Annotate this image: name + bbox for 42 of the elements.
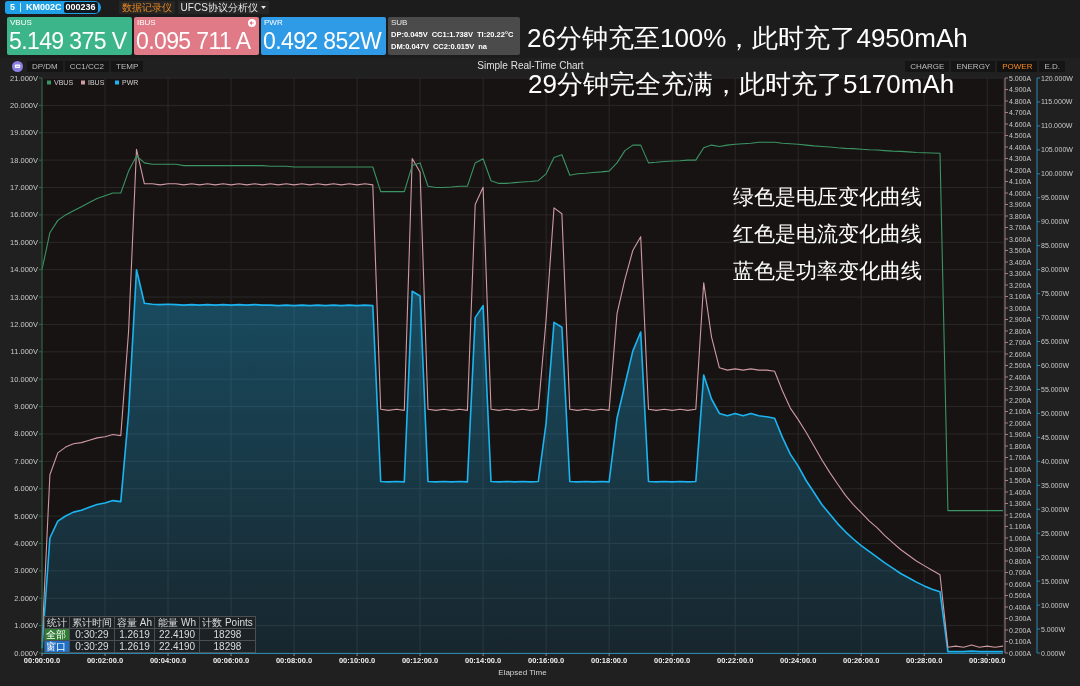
chart-tab[interactable]: CC1/CC2 [64,60,109,72]
table-cell: 18298 [199,628,256,641]
axis-title: Elapsed Time [498,668,547,677]
table-cell: 18298 [199,640,256,653]
message-icon[interactable] [12,60,23,72]
column-header: 统计 [44,616,70,629]
column-header: 计数 Points [199,616,256,629]
table-cell: 22.4190 [154,628,200,641]
table-cell: 0:30:29 [69,628,115,641]
chart-tab[interactable]: CHARGE [905,60,950,72]
table-cell: 0:30:29 [69,640,115,653]
arrow-left-icon[interactable] [248,19,256,27]
chart-tab[interactable]: DP/DM [27,60,63,72]
card-label: PWR [263,18,283,28]
chart-tab[interactable]: E.D. [1039,60,1065,72]
chart-title: Simple Real-Time Chart [477,60,584,72]
card-label: SUB [391,18,408,28]
card-label: IBUS [136,18,156,28]
chart-tab[interactable]: TEMP [111,60,144,72]
card-value: 0.492 852W [263,29,383,53]
annotation-text: 绿色是电压变化曲线 [733,185,922,209]
annotation-text: 红色是电流变化曲线 [733,222,922,246]
card-label: VBUS [9,18,32,28]
table-cell: 1.2619 [114,640,155,653]
table-cell: 22.4190 [154,640,200,653]
chart-tab[interactable]: ENERGY [951,60,996,72]
chart-tab[interactable]: POWER [997,60,1038,72]
card-value: 0.095 711 A [136,29,252,53]
serial-number: 000236 [63,2,98,13]
table-cell: 1.2619 [114,628,155,641]
annotation-text: 29分钟完全充满，此时充了5170mAh [528,69,955,99]
device-model: KM002C [26,2,62,13]
caret-down-icon [260,6,266,9]
annotation-text: 蓝色是功率变化曲线 [733,259,922,283]
column-header: 能量 Wh [154,616,200,629]
mode-tab[interactable]: 数据记录仪 [118,1,175,14]
annotation-text: 26分钟充至100%，此时充了4950mAh [527,23,968,53]
column-header: 累计时间 [69,616,115,629]
column-header: 容量 Ah [114,616,155,629]
card-value: 5.149 375 V [9,29,128,53]
mode-tab[interactable]: UFCS协议分析仪 [177,1,269,14]
channel-number: 5 [10,2,15,13]
